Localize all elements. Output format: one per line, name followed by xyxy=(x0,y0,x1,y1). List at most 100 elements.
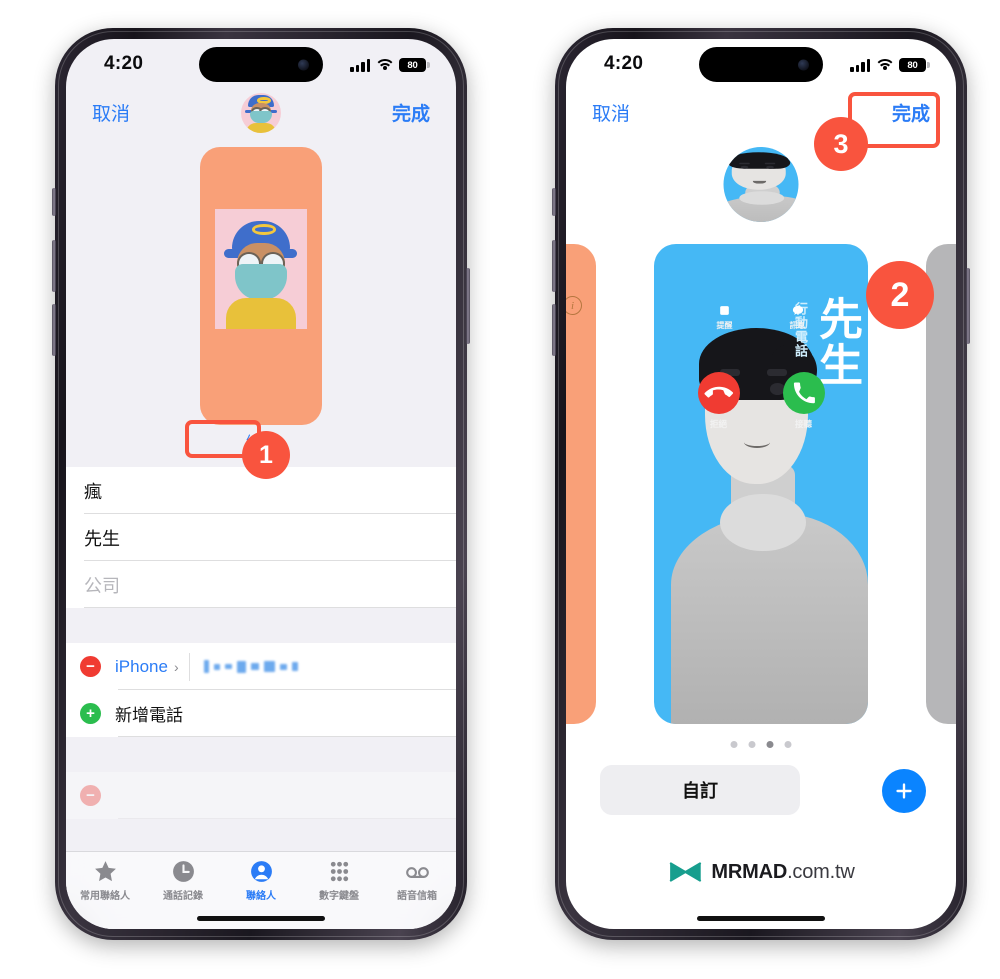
reminder-icon xyxy=(720,306,729,315)
status-time: 4:20 xyxy=(604,53,644,74)
add-icon[interactable]: + xyxy=(80,703,101,724)
left-phone-screen: 4:20 80 取消 完成 1 瘋 先生 公司 − iPhone › + 新增電… xyxy=(66,39,456,929)
call-primary-actions: 拒絕 接聽 xyxy=(654,372,868,430)
cancel-button[interactable]: 取消 xyxy=(92,99,130,126)
right-phone-device: 4:20 80 取消 完成 3 i 先生 行動電話 提醒 訊息 拒絕 接聽 2 … xyxy=(552,28,970,940)
screenshot-stage: 4:20 80 取消 完成 1 瘋 先生 公司 − iPhone › + 新增電… xyxy=(0,0,1000,979)
info-icon[interactable]: i xyxy=(566,296,582,315)
clock-icon xyxy=(171,859,196,884)
page-dot-active[interactable] xyxy=(766,741,774,748)
watermark-brand: MRMAD xyxy=(711,860,788,883)
status-bar: 4:20 80 xyxy=(66,39,456,91)
last-name-field[interactable]: 先生 xyxy=(66,514,456,561)
tab-label: 聯絡人 xyxy=(246,891,276,902)
tab-favorites[interactable]: 常用聯絡人 xyxy=(66,859,144,902)
portrait-photo xyxy=(723,147,799,222)
dynamic-island xyxy=(699,47,823,82)
volume-up-button-right[interactable] xyxy=(552,240,556,292)
status-indicators: 80 xyxy=(350,54,430,72)
add-poster-button[interactable] xyxy=(882,769,926,813)
contact-poster-card[interactable] xyxy=(200,147,322,425)
decline-action[interactable]: 拒絕 xyxy=(697,372,740,430)
left-phone-device: 4:20 80 取消 完成 1 瘋 先生 公司 − iPhone › + 新增電… xyxy=(52,28,470,940)
plus-icon xyxy=(896,783,912,799)
power-button-right[interactable] xyxy=(966,268,970,344)
annotation-badge-1: 1 xyxy=(242,431,290,479)
decline-call-icon[interactable] xyxy=(697,372,740,414)
status-time: 4:20 xyxy=(104,53,144,74)
message-action[interactable]: 訊息 xyxy=(790,304,806,331)
poster-memoji-icon xyxy=(215,209,307,329)
tab-recents[interactable]: 通話記錄 xyxy=(144,859,222,902)
page-dot[interactable] xyxy=(730,741,738,748)
battery-icon: 80 xyxy=(899,58,930,72)
cellular-bars-icon xyxy=(350,59,370,72)
volume-down-button-right[interactable] xyxy=(552,304,556,356)
status-bar-right: 4:20 80 xyxy=(566,39,956,91)
memoji-icon xyxy=(241,93,281,133)
phone-number-redacted[interactable] xyxy=(203,660,298,673)
keypad-icon xyxy=(327,859,352,884)
contact-avatar[interactable] xyxy=(723,147,799,222)
company-field[interactable]: 公司 xyxy=(66,561,456,608)
battery-level: 80 xyxy=(907,59,918,71)
front-camera-icon xyxy=(798,59,809,70)
cellular-bars-icon xyxy=(850,59,870,72)
answer-label: 接聽 xyxy=(794,419,812,429)
add-phone-row[interactable]: + 新增電話 xyxy=(66,690,456,737)
poster-peek-card-right[interactable] xyxy=(926,244,956,724)
done-button[interactable]: 完成 xyxy=(392,99,430,126)
call-secondary-actions: 提醒 訊息 xyxy=(654,304,868,331)
next-row-partial[interactable]: − xyxy=(66,772,456,819)
volume-down-button[interactable] xyxy=(52,304,56,356)
phone-label[interactable]: iPhone xyxy=(115,657,168,677)
contact-avatar[interactable] xyxy=(241,93,281,133)
cancel-button[interactable]: 取消 xyxy=(592,99,630,126)
section-gap-2 xyxy=(66,737,456,772)
tab-label: 數字鍵盤 xyxy=(319,891,359,902)
message-label: 訊息 xyxy=(789,321,806,330)
remind-action[interactable]: 提醒 xyxy=(717,304,733,331)
decline-label: 拒絕 xyxy=(709,419,727,429)
customize-button[interactable]: 自訂 xyxy=(600,765,800,815)
wifi-icon xyxy=(874,59,895,72)
home-indicator[interactable] xyxy=(197,916,325,921)
remove-icon[interactable]: − xyxy=(80,656,101,677)
add-phone-label[interactable]: 新增電話 xyxy=(115,701,183,726)
poster-peek-card-left[interactable]: i xyxy=(566,244,596,724)
watermark-text: MRMAD.com.tw xyxy=(711,861,854,884)
tab-keypad[interactable]: 數字鍵盤 xyxy=(300,859,378,902)
poster-page-dots[interactable] xyxy=(730,741,792,748)
watermark: MRMAD.com.tw xyxy=(667,859,855,885)
page-dot[interactable] xyxy=(748,741,756,748)
answer-call-icon[interactable] xyxy=(782,372,825,414)
page-dot[interactable] xyxy=(784,741,792,748)
home-indicator[interactable] xyxy=(697,916,825,921)
phone-row-iphone[interactable]: − iPhone › xyxy=(66,643,456,690)
star-icon xyxy=(93,859,118,884)
annotation-badge-2: 2 xyxy=(866,261,934,329)
tab-voicemail[interactable]: 語音信箱 xyxy=(378,859,456,902)
volume-up-button[interactable] xyxy=(52,240,56,292)
annotation-badge-3: 3 xyxy=(814,117,868,171)
selected-contact-poster[interactable]: 先生 行動電話 提醒 訊息 拒絕 接聽 xyxy=(654,244,868,724)
right-phone-screen: 4:20 80 取消 完成 3 i 先生 行動電話 提醒 訊息 拒絕 接聽 2 … xyxy=(566,39,956,929)
tab-label: 常用聯絡人 xyxy=(80,891,130,902)
message-icon xyxy=(792,305,803,315)
battery-icon: 80 xyxy=(399,58,430,72)
mrmad-logo-icon xyxy=(669,862,702,882)
remind-label: 提醒 xyxy=(716,321,733,330)
field-divider xyxy=(188,652,190,681)
mute-switch-right[interactable] xyxy=(552,188,556,216)
status-indicators: 80 xyxy=(850,54,930,72)
section-gap xyxy=(66,608,456,643)
remove-icon-2[interactable]: − xyxy=(80,785,101,806)
wifi-icon xyxy=(374,59,395,72)
mute-switch[interactable] xyxy=(52,188,56,216)
front-camera-icon xyxy=(298,59,309,70)
tab-contacts[interactable]: 聯絡人 xyxy=(222,859,300,902)
dynamic-island xyxy=(199,47,323,82)
power-button[interactable] xyxy=(466,268,470,344)
watermark-domain: .com.tw xyxy=(787,860,855,883)
answer-action[interactable]: 接聽 xyxy=(782,372,825,430)
